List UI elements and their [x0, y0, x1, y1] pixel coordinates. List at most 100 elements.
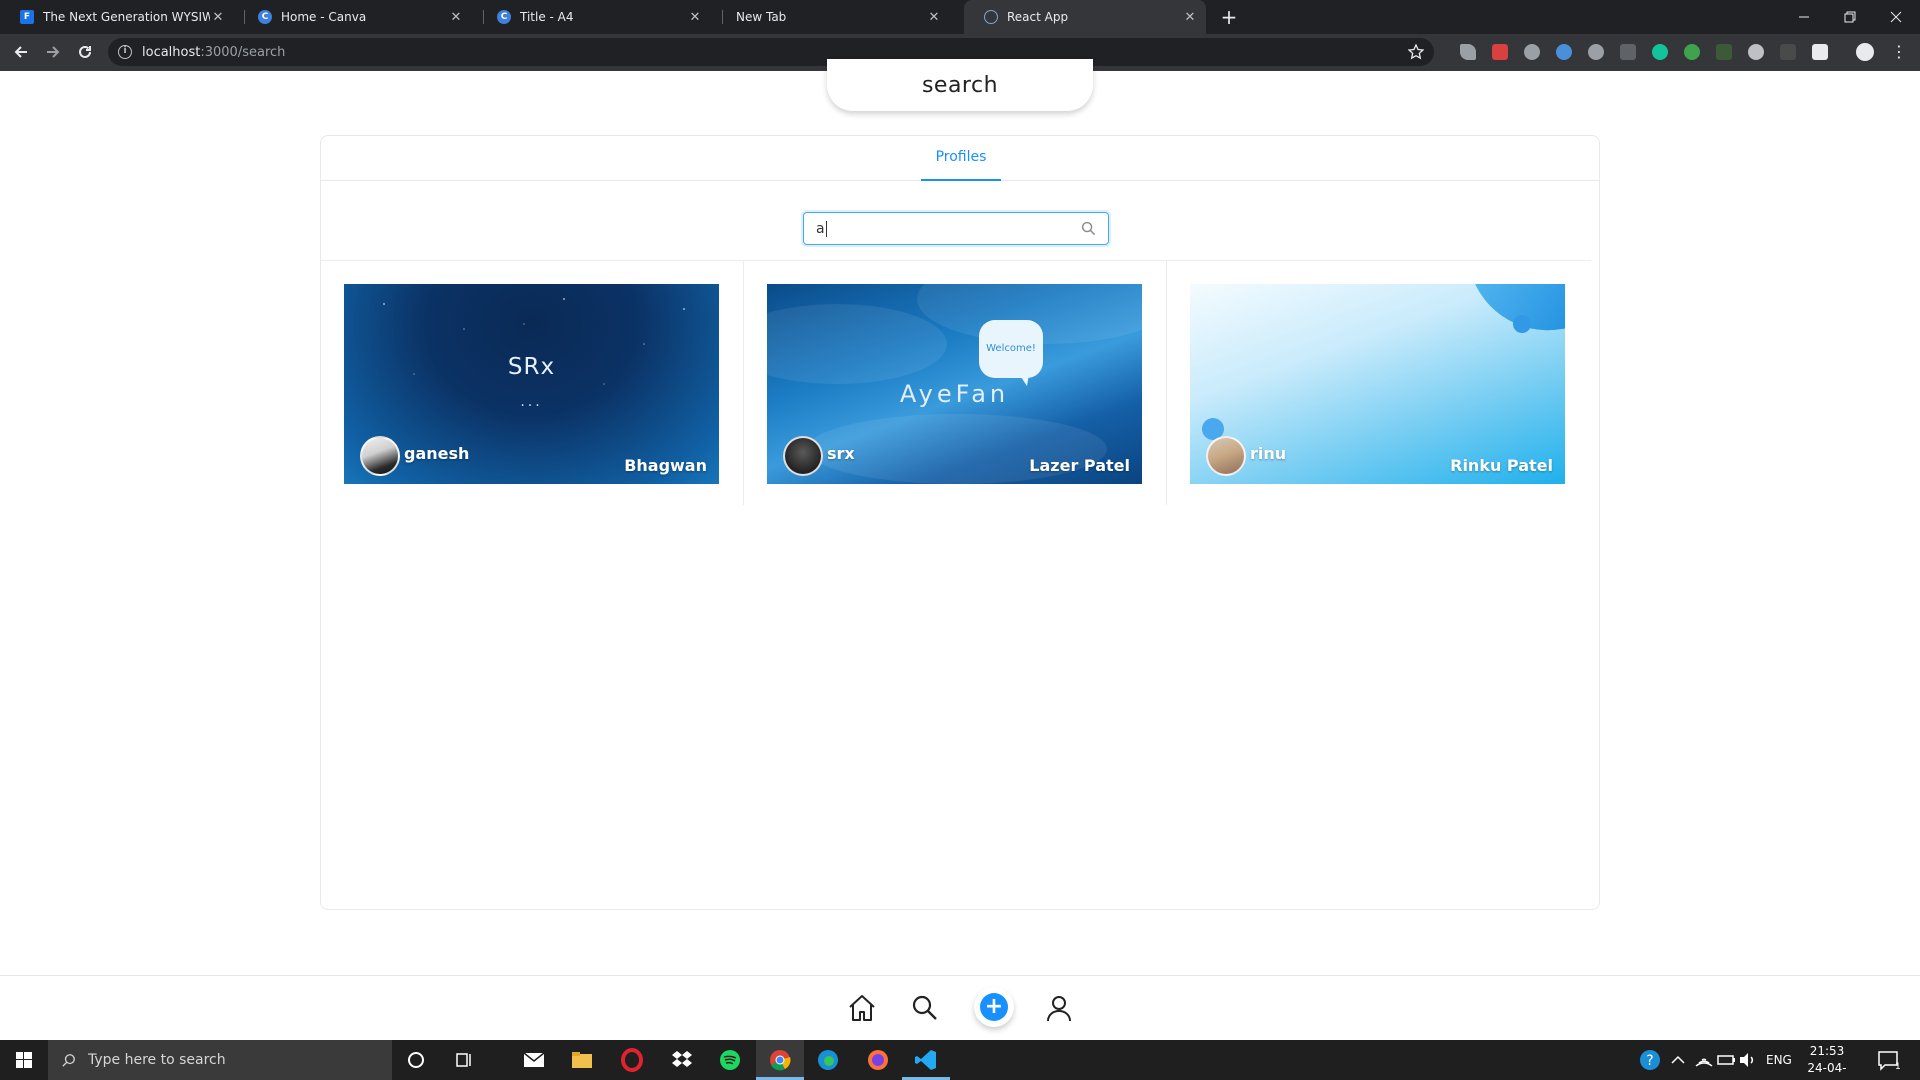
- extension-gear-icon[interactable]: [1748, 44, 1764, 60]
- spotify-icon[interactable]: [718, 1048, 742, 1072]
- home-icon[interactable]: [846, 992, 878, 1024]
- mail-icon[interactable]: [522, 1048, 546, 1072]
- tab-profiles[interactable]: Profiles: [921, 136, 1001, 181]
- language-indicator[interactable]: ENG: [1766, 1040, 1792, 1080]
- reload-icon[interactable]: [72, 39, 98, 65]
- browser-tab-react-app[interactable]: React App ✕: [964, 0, 1206, 34]
- extension-dim-icon[interactable]: [1780, 44, 1796, 60]
- card-fullname: Rinku Patel: [1450, 456, 1553, 475]
- profile-card-rinu[interactable]: rinu Rinku Patel: [1190, 284, 1565, 484]
- taskbar-search-icon: [62, 1054, 75, 1067]
- volume-icon[interactable]: [1736, 1048, 1760, 1072]
- search-icon[interactable]: [1081, 221, 1096, 236]
- tab-title: React App: [1007, 10, 1069, 24]
- profile-avatar-icon[interactable]: [1856, 43, 1874, 61]
- url-path: :3000/search: [200, 44, 286, 60]
- windows-start-button[interactable]: [0, 1040, 48, 1080]
- task-view-icon[interactable]: [452, 1048, 476, 1072]
- cortana-icon[interactable]: [404, 1048, 428, 1072]
- notification-count: 1: [1895, 1062, 1901, 1072]
- card-dots-text: ...: [520, 394, 543, 410]
- tab-title: The Next Generation WYSIWYG I: [43, 10, 210, 24]
- tab-close-icon[interactable]: ✕: [687, 10, 703, 25]
- grammarly-icon[interactable]: [1652, 44, 1668, 60]
- tab-close-icon[interactable]: ✕: [1182, 10, 1198, 25]
- app-bottom-nav: +: [0, 975, 1920, 1040]
- add-post-button[interactable]: +: [974, 987, 1014, 1027]
- firefox-icon[interactable]: [866, 1048, 890, 1072]
- bookmark-star-icon[interactable]: [1408, 44, 1424, 60]
- taskbar-search-placeholder: Type here to search: [88, 1052, 226, 1068]
- edge-icon[interactable]: [816, 1048, 840, 1072]
- avatar: [360, 436, 400, 476]
- windows-logo-icon: [16, 1052, 32, 1068]
- extension-red-icon[interactable]: [1492, 44, 1508, 60]
- froala-favicon-icon: F: [20, 10, 34, 24]
- clock-time: 21:53: [1809, 1044, 1845, 1058]
- file-explorer-icon[interactable]: [570, 1048, 594, 1072]
- tab-close-icon[interactable]: ✕: [926, 10, 942, 25]
- svg-text:?: ?: [1646, 1053, 1653, 1069]
- canva-favicon-icon: C: [258, 10, 272, 24]
- extension-bar-icon[interactable]: [1812, 44, 1828, 60]
- battery-icon[interactable]: [1714, 1048, 1738, 1072]
- extension-green-icon[interactable]: [1684, 44, 1700, 60]
- react-favicon-icon: [984, 10, 998, 24]
- search-input[interactable]: a: [803, 212, 1109, 245]
- wifi-icon[interactable]: [1692, 1048, 1716, 1072]
- restore-icon[interactable]: [1827, 0, 1873, 34]
- new-tab-button[interactable]: +: [1216, 4, 1242, 30]
- card-fullname: Lazer Patel: [1029, 456, 1130, 475]
- browser-tabstrip: F The Next Generation WYSIWYG I ✕ C Home…: [0, 0, 1920, 34]
- card-username: rinu: [1250, 444, 1287, 463]
- browser-tab-home-canva[interactable]: C Home - Canva ✕: [238, 0, 472, 34]
- tab-title: Home - Canva: [281, 10, 367, 24]
- extension-gray-icon[interactable]: [1620, 44, 1636, 60]
- taskbar-clock[interactable]: 21:53 24-04-2020: [1794, 1043, 1860, 1080]
- clock-date: 24-04-2020: [1807, 1061, 1847, 1080]
- tab-title: Title - A4: [520, 10, 574, 24]
- chrome-menu-icon[interactable]: ⋮: [1886, 39, 1912, 65]
- extension-wave-icon[interactable]: [1556, 44, 1572, 60]
- extension-bird-icon[interactable]: [1460, 44, 1476, 60]
- tab-close-icon[interactable]: ✕: [448, 10, 464, 25]
- forward-arrow-icon[interactable]: [40, 39, 66, 65]
- profile-card-srx[interactable]: AyeFan Welcome! srx Lazer Patel: [767, 284, 1142, 484]
- extension-k-icon[interactable]: [1588, 44, 1604, 60]
- search-nav-icon[interactable]: [909, 992, 941, 1024]
- avatar: [783, 436, 823, 476]
- minimize-icon[interactable]: [1781, 0, 1827, 34]
- search-panel: Profiles a SRx ... ganesh Bhagwan AyeFan…: [320, 135, 1600, 910]
- profile-card-ganesh[interactable]: SRx ... ganesh Bhagwan: [344, 284, 719, 484]
- browser-tab-new-tab[interactable]: New Tab ✕: [716, 0, 950, 34]
- site-info-icon[interactable]: i: [118, 45, 132, 59]
- card-fullname: Bhagwan: [624, 456, 707, 475]
- taskbar-search-box[interactable]: Type here to search: [48, 1040, 392, 1080]
- close-window-icon[interactable]: [1873, 0, 1919, 34]
- card-username: ganesh: [404, 444, 470, 463]
- search-input-value: a: [816, 220, 825, 237]
- plus-icon: +: [980, 993, 1008, 1021]
- welcome-bubble: Welcome!: [979, 320, 1043, 378]
- browser-tab-wysiwyg[interactable]: F The Next Generation WYSIWYG I ✕: [0, 0, 234, 34]
- help-icon[interactable]: ?: [1638, 1048, 1662, 1072]
- browser-tab-title-a4[interactable]: C Title - A4 ✕: [477, 0, 711, 34]
- tab-close-icon[interactable]: ✕: [210, 10, 226, 25]
- profile-icon[interactable]: [1043, 992, 1075, 1024]
- opera-icon[interactable]: [620, 1048, 644, 1072]
- card-brand-text: SRx: [507, 354, 556, 380]
- extension-a-icon[interactable]: [1524, 44, 1540, 60]
- extension-dotted-icon[interactable]: [1716, 44, 1732, 60]
- url-host: localhost: [142, 44, 201, 60]
- back-arrow-icon[interactable]: [8, 39, 34, 65]
- tabs-bar: Profiles: [321, 136, 1599, 181]
- dropbox-icon[interactable]: [670, 1048, 694, 1072]
- avatar: [1206, 436, 1246, 476]
- chrome-icon[interactable]: [768, 1048, 792, 1072]
- card-brand-text: AyeFan: [899, 380, 1010, 408]
- card-username: srx: [827, 444, 855, 463]
- chevron-up-icon[interactable]: [1666, 1048, 1690, 1072]
- address-bar[interactable]: i localhost:3000/search: [108, 38, 1434, 66]
- windows-taskbar: Type here to search ? ENG 21:53 24-04-20…: [0, 1040, 1920, 1080]
- vscode-icon[interactable]: [914, 1048, 938, 1072]
